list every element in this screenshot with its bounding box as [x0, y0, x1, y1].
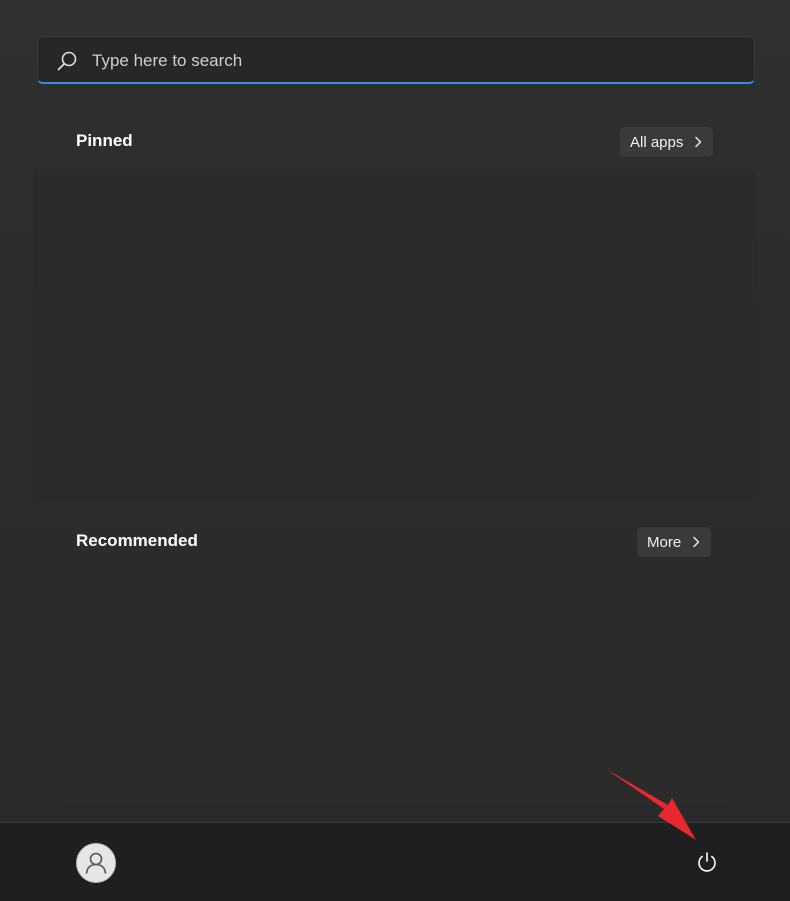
search-icon — [57, 51, 77, 71]
user-icon — [85, 852, 107, 874]
start-menu: Type here to search Pinned All apps Reco… — [0, 0, 790, 901]
all-apps-button[interactable]: All apps — [620, 127, 714, 157]
user-avatar[interactable] — [76, 843, 116, 883]
pinned-apps-grid — [33, 170, 757, 500]
power-button[interactable] — [690, 845, 724, 879]
chevron-right-icon — [693, 536, 700, 548]
start-footer — [0, 822, 790, 901]
recommended-list — [60, 575, 730, 805]
recommended-title: Recommended — [76, 531, 198, 550]
power-icon — [698, 852, 716, 872]
pinned-title: Pinned — [76, 131, 133, 150]
chevron-right-icon — [695, 136, 702, 148]
more-label: More — [647, 533, 682, 551]
search-placeholder: Type here to search — [92, 51, 243, 70]
search-input[interactable]: Type here to search — [37, 36, 755, 84]
all-apps-label: All apps — [630, 133, 684, 151]
more-button[interactable]: More — [637, 527, 712, 557]
